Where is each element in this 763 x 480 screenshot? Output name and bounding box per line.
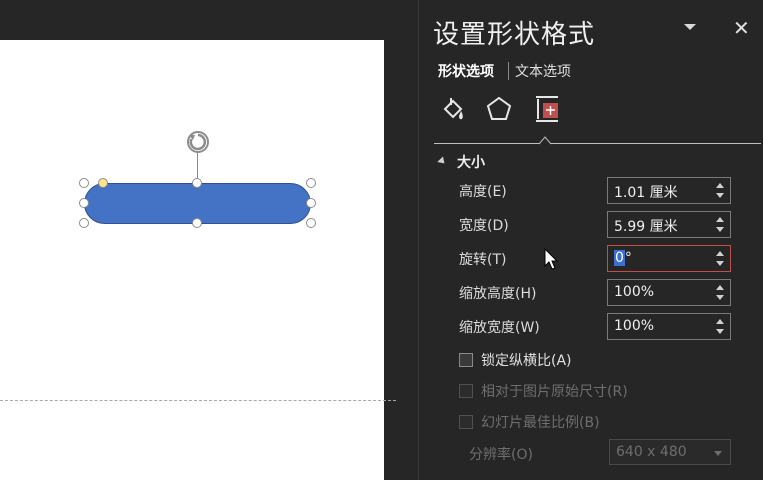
- spin-down-icon[interactable]: [716, 329, 724, 334]
- relative-original-size-checkbox: 相对于图片原始尺寸(R): [459, 381, 628, 401]
- rotation-value-unit: °: [624, 250, 632, 266]
- close-icon[interactable]: ✕: [733, 16, 750, 40]
- rotation-stem: [197, 152, 198, 180]
- tab-shape-options[interactable]: 形状选项: [438, 61, 494, 81]
- best-scale-slideshow-label: 幻灯片最佳比例(B): [481, 415, 600, 431]
- lock-aspect-ratio-label: 锁定纵横比(A): [481, 353, 572, 369]
- pane-options-dropdown-icon[interactable]: [684, 24, 696, 30]
- slide-guide-line: [0, 400, 396, 401]
- spin-down-icon[interactable]: [716, 193, 724, 198]
- spin-down-icon[interactable]: [716, 295, 724, 300]
- effects-pentagon-icon[interactable]: [485, 95, 513, 123]
- resolution-value: 640 x 480: [616, 444, 687, 460]
- resize-handle-bottom-left[interactable]: [79, 218, 89, 228]
- tab-text-options[interactable]: 文本选项: [515, 61, 571, 81]
- pane-tabs: 形状选项 文本选项: [438, 61, 571, 81]
- pane-title: 设置形状格式: [433, 20, 596, 50]
- slide-canvas: [0, 0, 418, 480]
- rotation-value[interactable]: 0°: [614, 250, 632, 266]
- checkbox-box[interactable]: [459, 353, 473, 367]
- spin-up-icon[interactable]: [716, 217, 724, 222]
- width-spinner[interactable]: 5.99 厘米: [607, 211, 731, 238]
- checkbox-box: [459, 384, 473, 398]
- scale-width-label: 缩放宽度(W): [459, 320, 540, 336]
- height-label: 高度(E): [459, 184, 507, 200]
- relative-original-size-label: 相对于图片原始尺寸(R): [481, 384, 628, 400]
- resize-handle-top-left[interactable]: [79, 178, 89, 188]
- resize-handle-top-right[interactable]: [306, 178, 316, 188]
- rotation-value-selected: 0: [614, 250, 625, 266]
- section-title: 大小: [457, 155, 485, 171]
- scale-width-value[interactable]: 100%: [614, 318, 654, 334]
- spin-down-icon[interactable]: [716, 227, 724, 232]
- resize-handle-bottom[interactable]: [192, 218, 202, 228]
- resize-handle-top[interactable]: [192, 178, 202, 188]
- tab-divider: [508, 62, 509, 80]
- spin-up-icon[interactable]: [716, 251, 724, 256]
- width-value[interactable]: 5.99 厘米: [614, 216, 678, 236]
- spin-up-icon[interactable]: [716, 285, 724, 290]
- resolution-label: 分辨率(O): [469, 447, 533, 463]
- size-section-header[interactable]: 大小: [437, 152, 485, 172]
- width-label: 宽度(D): [459, 218, 509, 234]
- mouse-cursor-icon: [544, 248, 559, 270]
- adjust-handle[interactable]: [98, 178, 108, 188]
- resize-handle-left[interactable]: [79, 198, 89, 208]
- checkbox-box: [459, 415, 473, 429]
- height-spinner[interactable]: 1.01 厘米: [607, 177, 731, 204]
- icon-row-divider: [434, 143, 761, 144]
- collapse-triangle-icon: [437, 156, 448, 167]
- best-scale-slideshow-checkbox: 幻灯片最佳比例(B): [459, 412, 600, 432]
- format-shape-pane: 设置形状格式 ✕ 形状选项 文本选项 大小 高度(E) 1.01 厘米 宽度(D…: [418, 0, 763, 480]
- slide[interactable]: [0, 40, 384, 480]
- rotation-label: 旋转(T): [459, 252, 507, 268]
- resolution-select: 640 x 480: [609, 439, 731, 465]
- active-category-pointer: [539, 136, 551, 145]
- rotation-spinner[interactable]: 0°: [607, 245, 731, 272]
- scale-height-label: 缩放高度(H): [459, 286, 537, 302]
- spin-up-icon[interactable]: [716, 319, 724, 324]
- chevron-down-icon: [714, 451, 722, 456]
- size-properties-icon[interactable]: [533, 95, 561, 123]
- scale-height-spinner[interactable]: 100%: [607, 279, 731, 306]
- rotate-handle-icon[interactable]: [184, 128, 212, 156]
- lock-aspect-ratio-checkbox[interactable]: 锁定纵横比(A): [459, 350, 572, 370]
- spin-down-icon[interactable]: [716, 261, 724, 266]
- scale-width-spinner[interactable]: 100%: [607, 313, 731, 340]
- scale-height-value[interactable]: 100%: [614, 284, 654, 300]
- height-value[interactable]: 1.01 厘米: [614, 182, 678, 202]
- resize-handle-bottom-right[interactable]: [306, 218, 316, 228]
- fill-line-icon[interactable]: [439, 95, 467, 123]
- spin-up-icon[interactable]: [716, 183, 724, 188]
- resize-handle-right[interactable]: [306, 198, 316, 208]
